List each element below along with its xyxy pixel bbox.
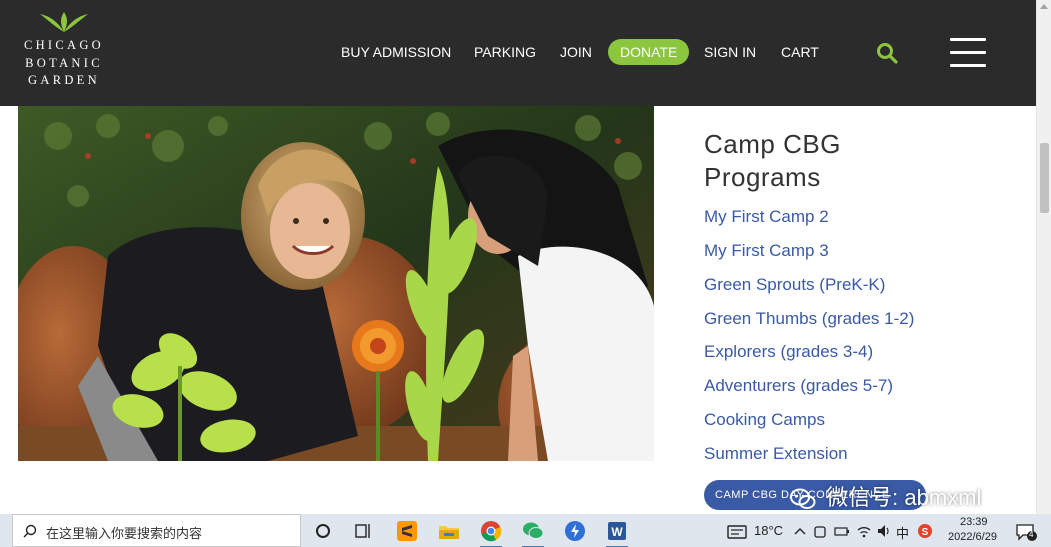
wechat-icon xyxy=(790,488,816,510)
cortana-icon[interactable] xyxy=(310,518,336,544)
sidebar-title-line-2: Programs xyxy=(704,162,821,192)
wechat-app-icon[interactable] xyxy=(520,518,546,547)
svg-text:S: S xyxy=(922,527,929,538)
tray-overflow-chevron-icon[interactable] xyxy=(793,518,807,544)
feishu-icon[interactable] xyxy=(562,518,588,544)
chrome-icon[interactable] xyxy=(478,518,504,547)
sogou-ime-icon[interactable]: S xyxy=(916,518,934,544)
logo-text-line-3: GARDEN xyxy=(28,73,100,87)
file-explorer-icon[interactable] xyxy=(436,518,462,544)
sidebar-title-line-1: Camp CBG xyxy=(704,129,841,159)
link-my-first-camp-3[interactable]: My First Camp 3 xyxy=(704,241,829,261)
nav-parking[interactable]: PARKING xyxy=(474,39,536,65)
camp-children-gardening-photo xyxy=(18,106,654,461)
wifi-icon[interactable] xyxy=(856,518,872,544)
nav-cart[interactable]: CART xyxy=(781,39,819,65)
nav-buy-admission[interactable]: BUY ADMISSION xyxy=(341,39,451,65)
link-adventurers[interactable]: Adventurers (grades 5-7) xyxy=(704,376,893,396)
scroll-up-arrow-icon[interactable] xyxy=(1040,4,1048,9)
svg-text:W: W xyxy=(611,525,623,539)
task-view-icon[interactable] xyxy=(350,518,376,544)
link-cooking-camps[interactable]: Cooking Camps xyxy=(704,410,825,430)
weather-icon[interactable] xyxy=(726,518,748,544)
taskbar-search-box[interactable]: 在这里输入你要搜索的内容 xyxy=(12,514,301,547)
search-icon[interactable] xyxy=(876,42,898,64)
hamburger-menu-icon[interactable] xyxy=(950,38,986,68)
nav-sign-in[interactable]: SIGN IN xyxy=(704,39,756,65)
link-explorers[interactable]: Explorers (grades 3-4) xyxy=(704,342,873,362)
sublime-icon[interactable] xyxy=(394,518,420,544)
site-header: CHICAGO BOTANIC GARDEN BUY ADMISSION PAR… xyxy=(0,0,1036,106)
ime-indicator[interactable]: 中 xyxy=(896,523,909,542)
wechat-watermark: 微信号: abmxml xyxy=(790,484,981,512)
notification-center-icon[interactable]: 4 xyxy=(1014,518,1038,544)
watermark-text: 微信号: abmxml xyxy=(826,485,982,510)
camp-programs-sidebar: Camp CBG Programs xyxy=(704,128,1024,194)
nav-donate-button[interactable]: DONATE xyxy=(608,39,690,65)
taskbar-search-placeholder: 在这里输入你要搜索的内容 xyxy=(46,526,203,541)
scrollbar-thumb[interactable] xyxy=(1040,143,1049,213)
word-icon[interactable]: W xyxy=(604,518,630,547)
link-green-sprouts[interactable]: Green Sprouts (PreK-K) xyxy=(704,275,885,295)
tray-app-icon[interactable] xyxy=(812,518,828,544)
leaf-logo-icon xyxy=(40,12,88,32)
search-icon xyxy=(23,524,37,538)
windows-taskbar: 在这里输入你要搜索的内容 W 18°C 中 S 23:39 2022/6/29 … xyxy=(0,514,1051,547)
volume-icon[interactable] xyxy=(876,518,892,544)
browser-viewport: CHICAGO BOTANIC GARDEN BUY ADMISSION PAR… xyxy=(0,0,1051,547)
nav-join[interactable]: JOIN xyxy=(560,39,592,65)
clock-date[interactable]: 2022/6/29 xyxy=(948,531,997,543)
battery-icon[interactable] xyxy=(834,518,850,544)
clock-time[interactable]: 23:39 xyxy=(960,516,988,528)
weather-temperature[interactable]: 18°C xyxy=(754,523,783,538)
page-scrollbar[interactable] xyxy=(1036,0,1051,514)
notification-count: 4 xyxy=(1029,530,1034,539)
photo-illustration xyxy=(18,106,654,461)
link-summer-extension[interactable]: Summer Extension xyxy=(704,444,848,464)
link-green-thumbs[interactable]: Green Thumbs (grades 1-2) xyxy=(704,309,914,329)
link-my-first-camp-2[interactable]: My First Camp 2 xyxy=(704,207,829,227)
